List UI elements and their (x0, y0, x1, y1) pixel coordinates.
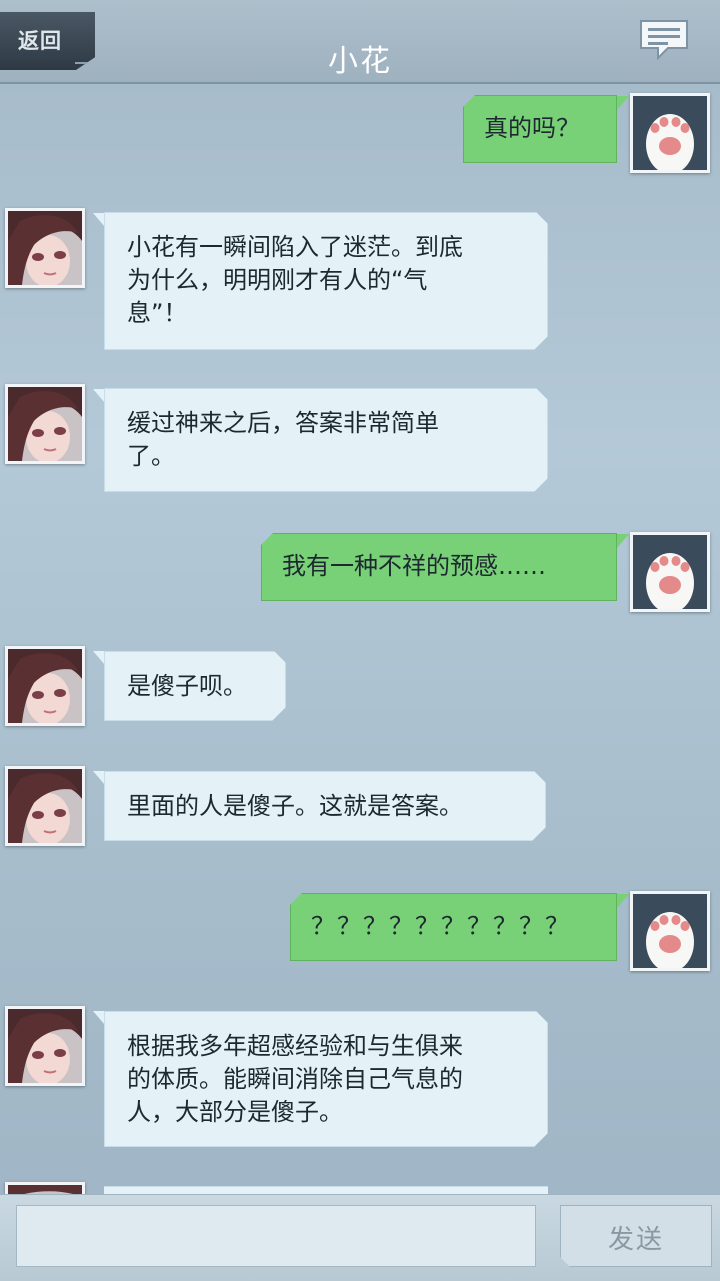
cat-paw-avatar[interactable] (630, 891, 710, 971)
message-list[interactable]: 真的吗？ 小花有一瞬间陷入了迷茫。到底 为什么，明明刚才有人的“气 息”！ 缓过… (0, 86, 720, 1194)
girl-avatar[interactable] (5, 646, 85, 726)
bubble-tail (93, 771, 105, 785)
their-message-bubble[interactable]: 根据我多年超感经验和与生俱来 的体质。能瞬间消除自己气息的 人，大部分是傻子。 (104, 1011, 548, 1147)
bubble-tail (93, 213, 105, 227)
input-bar: 发送 (0, 1194, 720, 1281)
my-message-bubble[interactable]: 我有一种不祥的预感…… (261, 533, 617, 601)
send-button[interactable]: 发送 (560, 1205, 712, 1267)
bubble-tail (93, 651, 105, 665)
message-input[interactable] (16, 1205, 536, 1267)
cat-paw-avatar[interactable] (630, 93, 710, 173)
their-message-bubble[interactable]: 缓过神来之后，答案非常简单 了。 (104, 388, 548, 492)
their-message-bubble[interactable]: 小花有一瞬间陷入了迷茫。到底 为什么，明明刚才有人的“气 息”！ (104, 212, 548, 350)
cat-paw-avatar[interactable] (630, 532, 710, 612)
bubble-tail (93, 389, 105, 403)
girl-avatar[interactable] (5, 766, 85, 846)
my-message-bubble[interactable]: 真的吗？ (463, 95, 617, 163)
girl-avatar[interactable] (5, 208, 85, 288)
my-message-bubble[interactable]: ？？？？？？？？？？ (290, 893, 617, 961)
their-message-bubble[interactable]: 是傻子呗。 (104, 651, 286, 721)
chat-title: 小花 (328, 44, 392, 79)
bubble-tail (617, 894, 629, 908)
top-bar: 返回 小花 (0, 0, 720, 84)
girl-avatar[interactable] (5, 1006, 85, 1086)
girl-avatar (5, 1182, 85, 1194)
send-button-label: 发送 (607, 1225, 664, 1255)
chat-bubble-icon[interactable] (638, 18, 690, 60)
girl-avatar[interactable] (5, 384, 85, 464)
their-message-bubble[interactable]: 里面的人是傻子。这就是答案。 (104, 771, 546, 841)
message-bubble-partial (104, 1186, 548, 1194)
bubble-tail (617, 534, 629, 548)
bubble-tail (93, 1011, 105, 1025)
bubble-tail (617, 96, 629, 110)
